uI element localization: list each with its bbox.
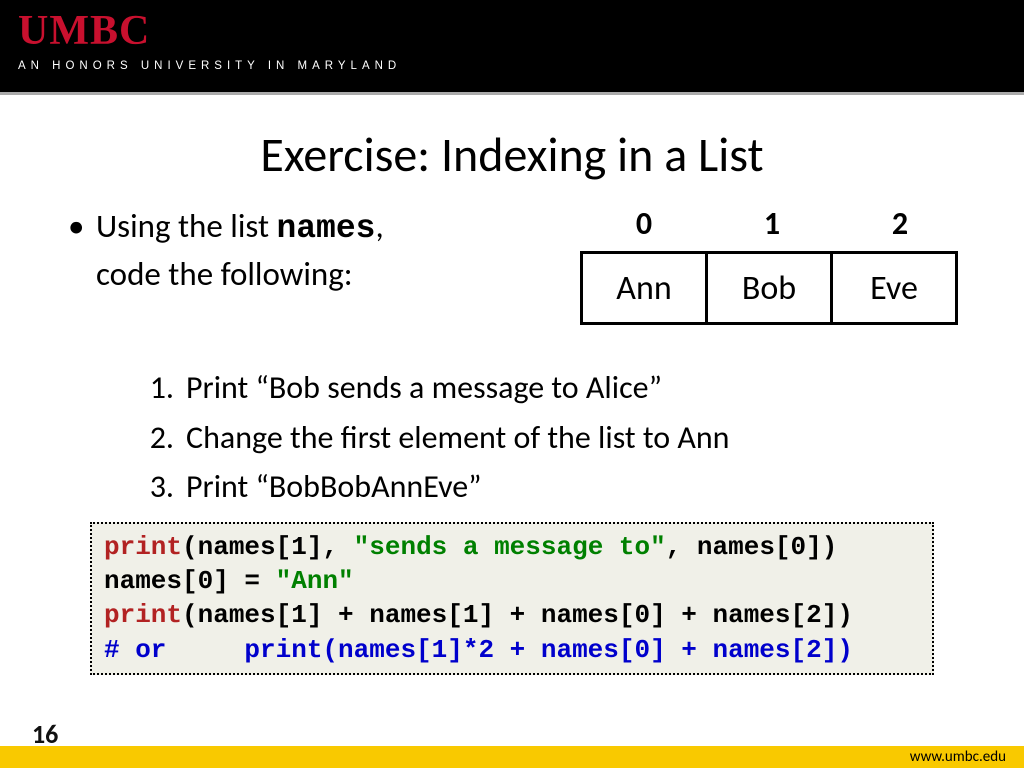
bullet-line1-mono: names bbox=[276, 210, 375, 247]
array-cell-1: Bob bbox=[705, 251, 833, 325]
slide-content: Exercise: Indexing in a List Using the l… bbox=[0, 95, 1024, 675]
slide-header: UMBC AN HONORS UNIVERSITY IN MARYLAND bbox=[0, 0, 1024, 95]
slide-title: Exercise: Indexing in a List bbox=[60, 125, 964, 184]
task-1: 1. Print “Bob sends a message to Alice” bbox=[140, 363, 964, 413]
task-3-num: 3. bbox=[140, 462, 186, 512]
bullet-line2: code the following: bbox=[96, 252, 560, 297]
task-2: 2. Change the first element of the list … bbox=[140, 413, 964, 463]
code-block: print(names[1], "sends a message to", na… bbox=[90, 522, 934, 675]
bullet-line1-pre: Using the list bbox=[96, 206, 276, 246]
code-l2-a: names[0] = bbox=[104, 566, 276, 596]
task-2-text: Change the first element of the list to … bbox=[186, 413, 729, 463]
bullet-line1-post: , bbox=[375, 206, 383, 246]
array-cell-2: Eve bbox=[830, 251, 958, 325]
array-diagram: 0 1 2 Ann Bob Eve bbox=[580, 204, 964, 325]
task-1-text: Print “Bob sends a message to Alice” bbox=[186, 363, 662, 413]
code-l3-b: (names[1] + names[1] + names[0] + names[… bbox=[182, 600, 853, 630]
array-index-0: 0 bbox=[580, 204, 708, 243]
umbc-logo: UMBC bbox=[18, 10, 1006, 52]
code-l1-b: (names[1], bbox=[182, 532, 354, 562]
array-index-2: 2 bbox=[836, 204, 964, 243]
code-l1-str: "sends a message to" bbox=[354, 532, 666, 562]
umbc-tagline: AN HONORS UNIVERSITY IN MARYLAND bbox=[18, 60, 1006, 72]
task-list: 1. Print “Bob sends a message to Alice” … bbox=[60, 363, 964, 512]
footer-url: www.umbc.edu bbox=[910, 748, 1006, 766]
code-l2-str: "Ann" bbox=[276, 566, 354, 596]
code-l4-comment: # or print(names[1]*2 + names[0] + names… bbox=[104, 635, 853, 665]
task-2-num: 2. bbox=[140, 413, 186, 463]
bullet-text: Using the list names, code the following… bbox=[60, 204, 560, 296]
array-cell-0: Ann bbox=[580, 251, 708, 325]
code-l1-print: print bbox=[104, 532, 182, 562]
task-3: 3. Print “BobBobAnnEve” bbox=[140, 462, 964, 512]
code-l1-d: , names[0]) bbox=[666, 532, 838, 562]
footer-bar: www.umbc.edu bbox=[0, 746, 1024, 768]
task-3-text: Print “BobBobAnnEve” bbox=[186, 462, 482, 512]
code-l3-print: print bbox=[104, 600, 182, 630]
task-1-num: 1. bbox=[140, 363, 186, 413]
array-index-1: 1 bbox=[708, 204, 836, 243]
